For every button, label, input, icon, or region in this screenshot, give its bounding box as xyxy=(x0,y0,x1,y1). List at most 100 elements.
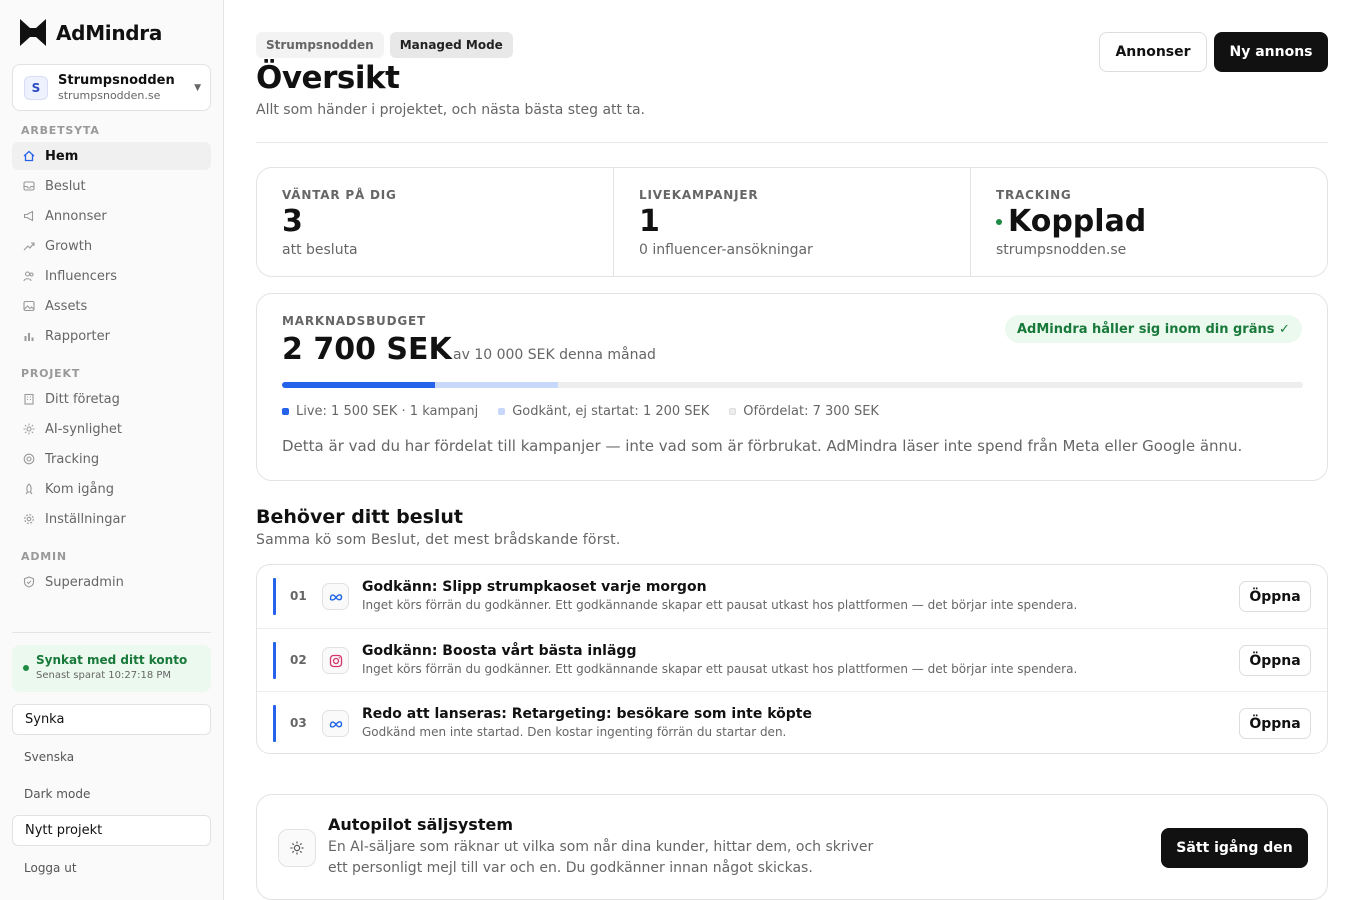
sidebar-item-ai-synlighet[interactable]: AI-synlighet xyxy=(12,415,211,443)
sidebar-item-growth[interactable]: Growth xyxy=(12,232,211,260)
section-label-workspace: ARBETSYTA xyxy=(21,124,100,137)
stat-sub: strumpsnodden.se xyxy=(996,242,1127,258)
priority-bar xyxy=(273,578,276,615)
stat-label: VÄNTAR PÅ DIG xyxy=(282,188,397,202)
stats-card: VÄNTAR PÅ DIG 3 att besluta LIVEKAMPANJE… xyxy=(256,167,1328,277)
sidebar-item-label: Growth xyxy=(45,238,93,254)
decisions-subtitle: Samma kö som Beslut, det mest brådskande… xyxy=(256,532,621,548)
page-title: Översikt xyxy=(256,60,400,96)
sidebar-item-ditt-foretag[interactable]: Ditt företag xyxy=(12,385,211,413)
open-button[interactable]: Öppna xyxy=(1239,581,1311,612)
legend-swatch xyxy=(498,408,506,415)
sidebar: AdMindra S Strumpsnodden strumpsnodden.s… xyxy=(0,0,224,900)
building-icon xyxy=(23,393,35,405)
language-toggle[interactable]: Svenska xyxy=(24,750,74,764)
budget-amount: 2 700 SEK xyxy=(282,332,452,367)
sidebar-item-tracking[interactable]: Tracking xyxy=(12,445,211,473)
decision-description: Inget körs förrän du godkänner. Ett godk… xyxy=(362,662,1078,676)
decision-number: 01 xyxy=(290,589,307,603)
breadcrumb-mode[interactable]: Managed Mode xyxy=(389,32,513,58)
stat-live-campaigns[interactable]: LIVEKAMPANJER 1 0 influencer-ansökningar xyxy=(613,168,970,276)
legend-swatch xyxy=(282,408,289,415)
decision-title: Godkänn: Boosta vårt bästa inlägg xyxy=(362,643,637,659)
logout-link[interactable]: Logga ut xyxy=(24,861,77,875)
decision-description: Godkänd men inte startad. Den kostar ing… xyxy=(362,725,787,739)
sparkle-icon xyxy=(23,423,35,435)
sun-icon xyxy=(278,829,316,867)
sync-button[interactable]: Synka xyxy=(12,704,211,735)
section-label-project: PROJEKT xyxy=(21,367,81,380)
stat-waiting[interactable]: VÄNTAR PÅ DIG 3 att besluta xyxy=(257,168,613,276)
target-icon xyxy=(23,453,35,465)
legend-unallocated: Ofördelat: 7 300 SEK xyxy=(729,404,879,419)
autopilot-description: En AI-säljare som räknar ut vilka som nå… xyxy=(328,839,874,876)
sidebar-item-annonser[interactable]: Annonser xyxy=(12,202,211,230)
sidebar-item-label: Ditt företag xyxy=(45,391,120,407)
sidebar-item-assets[interactable]: Assets xyxy=(12,292,211,320)
ads-button[interactable]: Annonser xyxy=(1099,32,1207,72)
page-subtitle: Allt som händer i projektet, och nästa b… xyxy=(256,102,646,118)
sidebar-item-label: Kom igång xyxy=(45,481,114,497)
sidebar-item-hem[interactable]: Hem xyxy=(12,142,211,170)
new-project-button[interactable]: Nytt projekt xyxy=(12,815,211,846)
start-autopilot-button[interactable]: Sätt igång den xyxy=(1161,828,1308,868)
inbox-icon xyxy=(23,180,35,192)
sidebar-item-beslut[interactable]: Beslut xyxy=(12,172,211,200)
decisions-list: 01 Godkänn: Slipp strumpkaoset varje mor… xyxy=(256,564,1328,754)
budget-progress-live xyxy=(282,382,436,388)
decision-row[interactable]: 01 Godkänn: Slipp strumpkaoset varje mor… xyxy=(257,565,1327,628)
budget-legend: Live: 1 500 SEK · 1 kampanj Godkänt, ej … xyxy=(282,404,899,419)
budget-progress-approved xyxy=(435,382,558,388)
chevron-down-icon: ▼ xyxy=(194,83,201,93)
decision-row[interactable]: 02 Godkänn: Boosta vårt bästa inlägg Ing… xyxy=(257,628,1327,691)
sidebar-item-label: Hem xyxy=(45,148,79,164)
image-icon xyxy=(23,300,35,312)
autopilot-title: Autopilot säljsystem xyxy=(328,815,513,834)
sidebar-item-superadmin[interactable]: Superadmin xyxy=(12,568,211,596)
breadcrumb-project[interactable]: Strumpsnodden xyxy=(256,32,384,58)
autopilot-card: Autopilot säljsystem En AI-säljare som r… xyxy=(256,794,1328,900)
budget-note: Detta är vad du har fördelat till kampan… xyxy=(282,437,1243,455)
decisions-title: Behöver ditt beslut xyxy=(256,506,464,528)
stat-sub: 0 influencer-ansökningar xyxy=(639,242,813,258)
new-ad-button[interactable]: Ny annons xyxy=(1214,32,1328,72)
open-button[interactable]: Öppna xyxy=(1239,708,1311,739)
sidebar-item-label: Influencers xyxy=(45,268,118,284)
project-switcher[interactable]: S Strumpsnodden strumpsnodden.se ▼ xyxy=(12,64,211,111)
sidebar-item-kom-igang[interactable]: Kom igång xyxy=(12,475,211,503)
budget-card: MARKNADSBUDGET 2 700 SEK av 10 000 SEK d… xyxy=(256,293,1328,481)
status-dot xyxy=(996,219,1002,225)
sidebar-item-installningar[interactable]: Inställningar xyxy=(12,505,211,533)
stat-tracking[interactable]: TRACKING Kopplad strumpsnodden.se xyxy=(970,168,1327,276)
shield-icon xyxy=(23,576,35,588)
stat-value: Kopplad xyxy=(996,204,1327,240)
stat-sub: att besluta xyxy=(282,242,358,258)
sidebar-item-label: Inställningar xyxy=(45,511,126,527)
sidebar-item-rapporter[interactable]: Rapporter xyxy=(12,322,211,350)
priority-bar xyxy=(273,705,276,742)
users-icon xyxy=(23,270,35,282)
priority-bar xyxy=(273,642,276,679)
decision-title: Godkänn: Slipp strumpkaoset varje morgon xyxy=(362,579,707,595)
sidebar-item-label: AI-synlighet xyxy=(45,421,122,437)
header-divider xyxy=(256,142,1328,143)
megaphone-icon xyxy=(23,210,35,222)
decision-number: 03 xyxy=(290,716,307,730)
breadcrumb: Strumpsnodden Managed Mode xyxy=(256,32,513,58)
sync-status: Synkat med ditt konto Senast sparat 10:2… xyxy=(12,645,211,692)
budget-label: MARKNADSBUDGET xyxy=(282,314,426,328)
sidebar-item-influencers[interactable]: Influencers xyxy=(12,262,211,290)
decision-row[interactable]: 03 Redo att lanseras: Retargeting: besök… xyxy=(257,691,1327,754)
sync-subtitle: Senast sparat 10:27:18 PM xyxy=(36,670,172,681)
budget-progress-bar xyxy=(282,382,1303,388)
home-icon xyxy=(23,150,35,162)
meta-icon xyxy=(322,710,349,737)
stat-value: 1 xyxy=(639,204,660,239)
status-dot xyxy=(23,665,29,671)
stat-label: LIVEKAMPANJER xyxy=(639,188,759,202)
open-button[interactable]: Öppna xyxy=(1239,645,1311,676)
decision-title: Redo att lanseras: Retargeting: besökare… xyxy=(362,706,812,722)
app-logo[interactable]: AdMindra xyxy=(20,19,162,46)
dark-mode-toggle[interactable]: Dark mode xyxy=(24,787,90,801)
project-avatar: S xyxy=(24,75,48,100)
